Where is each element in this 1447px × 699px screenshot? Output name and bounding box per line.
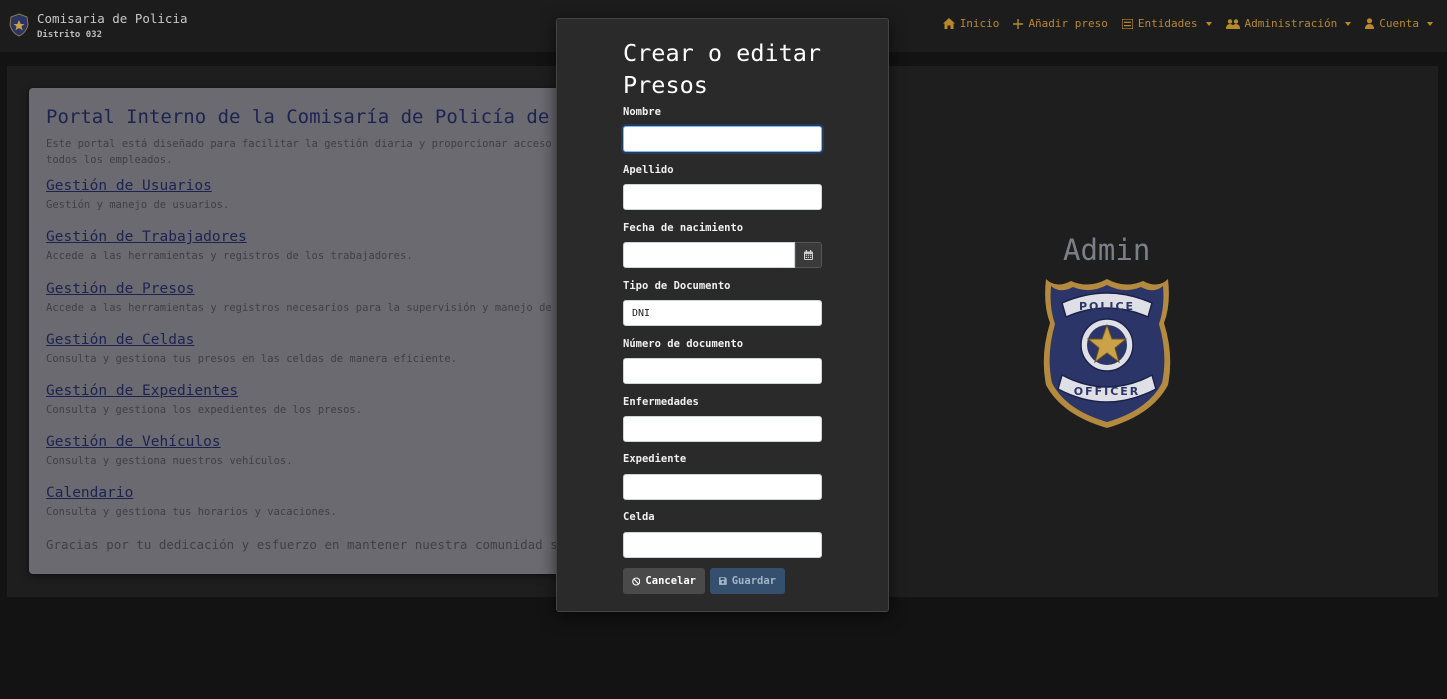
chevron-down-icon xyxy=(1205,21,1212,26)
cancel-button[interactable]: Cancelar xyxy=(623,568,705,594)
police-officer-badge-icon: POLICE OFFICER xyxy=(1043,279,1171,428)
save-button[interactable]: Guardar xyxy=(710,568,785,594)
portal-thanks-text: Gracias por tu dedicación y esfuerzo en … xyxy=(46,537,573,552)
section-description: Gestión y manejo de usuarios. xyxy=(46,199,230,211)
portal-section-vehiculos: Gestión de Vehículos Consulta y gestiona… xyxy=(46,434,293,467)
calendar-icon xyxy=(804,250,813,260)
date-picker-button[interactable] xyxy=(795,242,822,268)
chevron-down-icon xyxy=(1345,21,1352,26)
link-gestion-celdas[interactable]: Gestión de Celdas xyxy=(46,332,457,348)
expediente-input[interactable] xyxy=(623,474,822,500)
nav-inicio-label: Inicio xyxy=(959,17,1000,30)
section-description: Consulta y gestiona nuestros vehículos. xyxy=(46,455,293,467)
nombre-label: Nombre xyxy=(623,106,661,118)
plus-icon xyxy=(1013,18,1024,29)
fecha-nacimiento-input[interactable] xyxy=(623,242,795,268)
nav-cuenta-dropdown[interactable]: Cuenta xyxy=(1365,17,1433,30)
nav-anadir-preso-label: Añadir preso xyxy=(1028,17,1108,30)
nav-entidades-label: Entidades xyxy=(1137,17,1198,30)
brand-subtitle: Distrito 032 xyxy=(37,30,103,40)
expediente-label: Expediente xyxy=(623,453,687,465)
preso-form-modal: Crear o editar Presos Nombre Apellido Fe… xyxy=(556,18,889,612)
home-icon xyxy=(942,18,955,29)
nav-administracion-dropdown[interactable]: Administración xyxy=(1225,17,1352,30)
portal-section-trabajadores: Gestión de Trabajadores Accede a las her… xyxy=(46,229,413,262)
portal-section-presos: Gestión de Presos Accede a las herramien… xyxy=(46,281,589,314)
save-button-label: Guardar xyxy=(731,575,776,587)
portal-section-usuarios: Gestión de Usuarios Gestión y manejo de … xyxy=(46,178,229,211)
section-description: Consulta y gestiona tus horarios y vacac… xyxy=(46,506,337,518)
list-icon xyxy=(1121,18,1133,29)
admin-name: Admin xyxy=(1063,233,1151,267)
users-icon xyxy=(1225,18,1240,29)
section-description: Consulta y gestiona los expedientes de l… xyxy=(46,404,363,416)
modal-title: Crear o editar Presos xyxy=(623,39,822,99)
section-description: Accede a las herramientas y registros de… xyxy=(46,250,413,262)
celda-label: Celda xyxy=(623,511,655,523)
portal-section-celdas: Gestión de Celdas Consulta y gestiona tu… xyxy=(46,332,457,365)
nav-links: Inicio Añadir preso Entidades Administra… xyxy=(942,17,1433,30)
portal-intro-line: Este portal está diseñado para facilitar… xyxy=(46,138,589,150)
portal-section-calendario: Calendario Consulta y gestiona tus horar… xyxy=(46,485,337,518)
enfermedades-label: Enfermedades xyxy=(623,396,699,408)
ban-icon xyxy=(632,576,641,586)
section-description: Accede a las herramientas y registros ne… xyxy=(46,302,589,314)
link-gestion-trabajadores[interactable]: Gestión de Trabajadores xyxy=(46,229,413,245)
nav-cuenta-label: Cuenta xyxy=(1379,17,1419,30)
nav-inicio[interactable]: Inicio xyxy=(942,17,1000,30)
cancel-button-label: Cancelar xyxy=(645,575,696,587)
badge-bottom-text: OFFICER xyxy=(1074,385,1141,398)
apellido-input[interactable] xyxy=(623,184,822,210)
fecha-nacimiento-label: Fecha de nacimiento xyxy=(623,222,744,234)
tipo-documento-input[interactable] xyxy=(623,300,822,326)
chevron-down-icon xyxy=(1427,21,1433,26)
nombre-input[interactable] xyxy=(623,126,822,152)
link-gestion-expedientes[interactable]: Gestión de Expedientes xyxy=(46,383,362,399)
numero-documento-label: Número de documento xyxy=(623,338,744,350)
save-icon xyxy=(719,577,727,585)
brand-title[interactable]: Comisaria de Policia xyxy=(37,11,188,26)
tipo-documento-label: Tipo de Documento xyxy=(623,280,731,292)
nav-administracion-label: Administración xyxy=(1244,17,1338,30)
police-badge-logo-icon[interactable] xyxy=(8,13,30,37)
link-gestion-vehiculos[interactable]: Gestión de Vehículos xyxy=(46,434,293,450)
badge-top-text: POLICE xyxy=(1079,300,1135,313)
enfermedades-input[interactable] xyxy=(623,416,822,442)
nav-anadir-preso[interactable]: Añadir preso xyxy=(1013,17,1108,30)
link-calendario[interactable]: Calendario xyxy=(46,485,337,501)
celda-input[interactable] xyxy=(623,532,822,558)
portal-intro: Este portal está diseñado para facilitar… xyxy=(46,136,589,168)
nav-entidades-dropdown[interactable]: Entidades xyxy=(1121,17,1212,30)
link-gestion-presos[interactable]: Gestión de Presos xyxy=(46,281,589,297)
user-icon xyxy=(1365,18,1375,29)
link-gestion-usuarios[interactable]: Gestión de Usuarios xyxy=(46,178,229,194)
numero-documento-input[interactable] xyxy=(623,358,822,384)
portal-section-expedientes: Gestión de Expedientes Consulta y gestio… xyxy=(46,383,362,416)
portal-intro-line: todos los empleados. xyxy=(46,154,173,166)
apellido-label: Apellido xyxy=(623,164,674,176)
portal-card: Portal Interno de la Comisaría de Policí… xyxy=(29,88,589,574)
section-description: Consulta y gestiona tus presos en las ce… xyxy=(46,353,457,365)
portal-title: Portal Interno de la Comisaría de Policí… xyxy=(46,106,550,128)
